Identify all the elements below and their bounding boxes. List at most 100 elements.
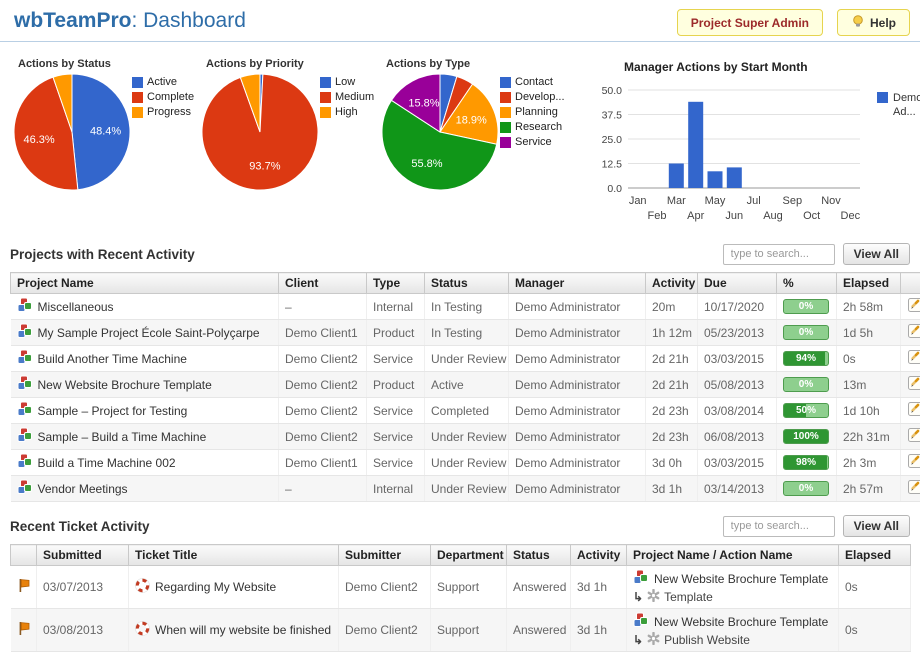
project-row: Miscellaneous – Internal In Testing Demo…: [11, 294, 920, 320]
tickets-column-header[interactable]: Activity: [571, 545, 627, 566]
project-manager-cell: Demo Administrator: [509, 372, 646, 398]
project-edit-cell[interactable]: [901, 424, 920, 450]
project-name-cell[interactable]: Sample – Project for Testing: [11, 398, 279, 424]
project-edit-cell[interactable]: [901, 294, 920, 320]
svg-text:Jun: Jun: [725, 210, 743, 222]
project-edit-cell[interactable]: [901, 320, 920, 346]
project-cubes-icon: [17, 349, 33, 368]
chart-manager-actions-by-start-month: Manager Actions by Start Month0.012.525.…: [594, 54, 920, 230]
project-name-cell[interactable]: Miscellaneous: [11, 294, 279, 320]
ticket-title-cell[interactable]: When will my website be finished: [129, 609, 339, 652]
ticket-status-cell: Answered: [507, 566, 571, 609]
edit-pencil-icon[interactable]: [907, 479, 920, 498]
legend-label: Research: [515, 121, 562, 133]
ticket-lifesaver-icon: [135, 621, 150, 639]
ticket-submitted-cell: 03/08/2013: [37, 609, 129, 652]
legend-item: Complete: [132, 91, 194, 103]
tickets-column-header[interactable]: Submitted: [37, 545, 129, 566]
project-activity-cell: 2d 23h: [646, 398, 698, 424]
tickets-column-header[interactable]: Department: [431, 545, 507, 566]
project-name-cell[interactable]: New Website Brochure Template: [11, 372, 279, 398]
ticket-title: When will my website be finished: [155, 623, 331, 637]
legend-item: Progress: [132, 106, 194, 118]
tickets-column-header[interactable]: [11, 545, 37, 566]
projects-column-header[interactable]: Project Name: [11, 273, 279, 294]
help-button[interactable]: Help: [837, 9, 910, 36]
projects-column-header[interactable]: Due: [698, 273, 777, 294]
ticket-flag-cell: [11, 566, 37, 609]
edit-pencil-icon[interactable]: [907, 375, 920, 394]
projects-header-row: Project NameClientTypeStatusManagerActiv…: [11, 273, 920, 294]
project-elapsed-cell: 22h 31m: [837, 424, 901, 450]
project-type-cell: Internal: [367, 294, 425, 320]
project-due-cell: 05/08/2013: [698, 372, 777, 398]
legend-swatch: [132, 107, 143, 118]
ticket-project-action-cell[interactable]: New Website Brochure Template ↳Template: [627, 566, 839, 609]
tickets-column-header[interactable]: Project Name / Action Name: [627, 545, 839, 566]
ticket-submitter-cell: Demo Client2: [339, 566, 431, 609]
projects-column-header[interactable]: Type: [367, 273, 425, 294]
edit-pencil-icon[interactable]: [907, 401, 920, 420]
legend-swatch: [320, 92, 331, 103]
projects-column-header[interactable]: Status: [425, 273, 509, 294]
legend-item: Medium: [320, 91, 374, 103]
project-name-cell[interactable]: Build Another Time Machine: [11, 346, 279, 372]
projects-view-all-button[interactable]: View All: [843, 243, 910, 265]
project-name-cell[interactable]: Sample – Build a Time Machine: [11, 424, 279, 450]
project-activity-cell: 2d 21h: [646, 346, 698, 372]
project-name-cell[interactable]: Build a Time Machine 002: [11, 450, 279, 476]
projects-column-header[interactable]: Client: [279, 273, 367, 294]
edit-pencil-icon[interactable]: [907, 297, 920, 316]
projects-column-header[interactable]: %: [777, 273, 837, 294]
svg-text:0.0: 0.0: [607, 183, 622, 195]
project-name: Sample – Project for Testing: [38, 404, 188, 418]
chart-title: Manager Actions by Start Month: [594, 54, 920, 76]
projects-column-header[interactable]: Manager: [509, 273, 646, 294]
edit-pencil-icon[interactable]: [907, 323, 920, 342]
project-edit-cell[interactable]: [901, 450, 920, 476]
edit-pencil-icon[interactable]: [907, 349, 920, 368]
project-status-cell: Completed: [425, 398, 509, 424]
projects-column-header[interactable]: Activity: [646, 273, 698, 294]
tickets-column-header[interactable]: Ticket Title: [129, 545, 339, 566]
legend-swatch: [132, 92, 143, 103]
tickets-view-all-button[interactable]: View All: [843, 515, 910, 537]
svg-text:Oct: Oct: [803, 210, 820, 222]
tickets-column-header[interactable]: Status: [507, 545, 571, 566]
legend-label: Progress: [147, 106, 191, 118]
svg-text:15.8%: 15.8%: [408, 97, 439, 109]
projects-column-header[interactable]: Elapsed: [837, 273, 901, 294]
tickets-column-header[interactable]: Submitter: [339, 545, 431, 566]
tickets-section-head: Recent Ticket Activity View All: [10, 515, 910, 537]
project-edit-cell[interactable]: [901, 372, 920, 398]
project-super-admin-button[interactable]: Project Super Admin: [677, 9, 823, 36]
tickets-column-header[interactable]: Elapsed: [839, 545, 911, 566]
tickets-tools: View All: [723, 515, 910, 537]
tickets-search-input[interactable]: [723, 516, 835, 537]
edit-pencil-icon[interactable]: [907, 453, 920, 472]
ticket-project-action-cell[interactable]: New Website Brochure Template ↳Publish W…: [627, 609, 839, 652]
project-edit-cell[interactable]: [901, 476, 920, 502]
project-edit-cell[interactable]: [901, 398, 920, 424]
svg-text:Nov: Nov: [821, 195, 841, 207]
chart-actions-by-priority: Actions by Priority93.7%LowMediumHigh: [200, 54, 380, 230]
legend-swatch: [320, 77, 331, 88]
project-edit-cell[interactable]: [901, 346, 920, 372]
ticket-title-cell[interactable]: Regarding My Website: [129, 566, 339, 609]
project-name-cell[interactable]: Vendor Meetings: [11, 476, 279, 502]
legend-item: High: [320, 106, 374, 118]
ticket-status-cell: Answered: [507, 609, 571, 652]
project-type-cell: Internal: [367, 476, 425, 502]
projects-search-input[interactable]: [723, 244, 835, 265]
project-client-cell: Demo Client1: [279, 450, 367, 476]
project-type-cell: Product: [367, 372, 425, 398]
project-elapsed-cell: 0s: [837, 346, 901, 372]
project-client-cell: –: [279, 294, 367, 320]
edit-pencil-icon[interactable]: [907, 427, 920, 446]
pie-svg: 48.4%46.3%: [12, 72, 132, 192]
project-row: Build a Time Machine 002 Demo Client1 Se…: [11, 450, 920, 476]
project-type-cell: Product: [367, 320, 425, 346]
project-activity-cell: 1h 12m: [646, 320, 698, 346]
project-name-cell[interactable]: My Sample Project École Saint-Polyçarpe: [11, 320, 279, 346]
projects-column-header[interactable]: [901, 273, 920, 294]
